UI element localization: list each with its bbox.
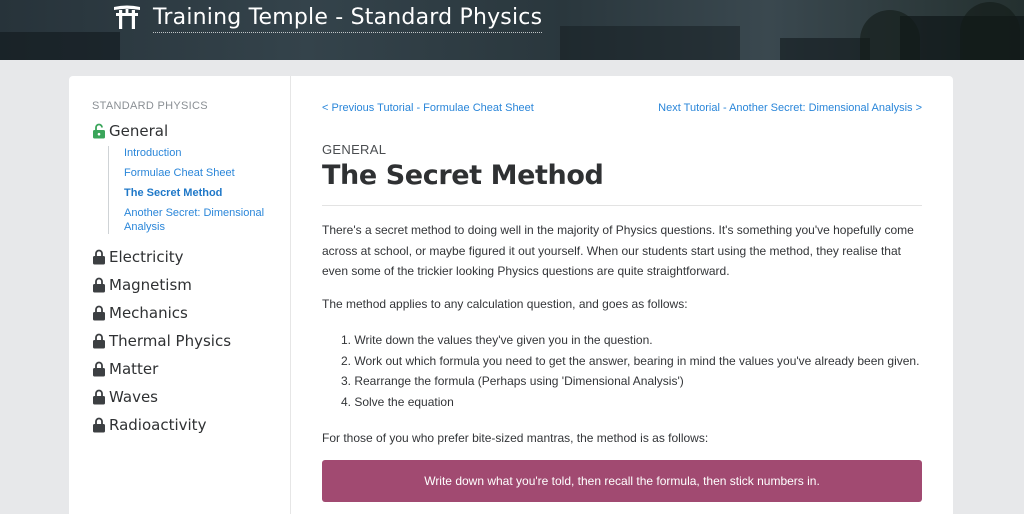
lock-icon [93,361,105,377]
mantra-callout: Write down what you're told, then recall… [322,460,922,502]
sidebar-topic-label: Waves [109,388,158,406]
method-steps-list: 1. Write down the values they've given y… [341,330,919,412]
sidebar-topic-label: Thermal Physics [109,332,232,350]
lock-open-icon [93,123,105,139]
lock-icon [93,249,105,265]
sidebar-topic-label: Magnetism [109,276,192,294]
page-title: The Secret Method [322,160,604,191]
sidebar-topic-matter[interactable]: Matter [92,360,158,378]
banner-background [0,32,120,60]
tutorial-card: STANDARD PHYSICS General Introduction Fo… [69,76,953,514]
sidebar-item-introduction[interactable]: Introduction [124,146,278,160]
sidebar-topic-label: Electricity [109,248,184,266]
sidebar: STANDARD PHYSICS General Introduction Fo… [69,76,291,514]
lock-icon [93,333,105,349]
header-banner: Training Temple - Standard Physics [0,0,1024,60]
sidebar-item-dimensional-analysis[interactable]: Another Secret: Dimensional Analysis [124,206,278,234]
site-title[interactable]: Training Temple - Standard Physics [153,5,543,33]
sidebar-topic-electricity[interactable]: Electricity [92,248,184,266]
site-title-text[interactable]: Training Temple - Standard Physics [153,5,543,33]
list-item: 3. Rearrange the formula (Perhaps using … [341,374,684,388]
method-intro-paragraph: The method applies to any calculation qu… [322,297,688,311]
sidebar-topic-general[interactable]: General [92,122,168,140]
sidebar-topic-radioactivity[interactable]: Radioactivity [92,416,206,434]
intro-paragraph: There's a secret method to doing well in… [322,223,914,278]
next-tutorial-link[interactable]: Next Tutorial - Another Secret: Dimensio… [658,102,922,114]
sidebar-topic-label: Mechanics [109,304,188,322]
sidebar-item-formulae-cheat-sheet[interactable]: Formulae Cheat Sheet [124,166,278,180]
list-item: 2. Work out which formula you need to ge… [341,353,920,368]
sidebar-topic-label: Matter [109,360,159,378]
section-label: GENERAL [322,142,387,157]
sidebar-topic-thermal-physics[interactable]: Thermal Physics [92,332,231,350]
mantra-intro-paragraph: For those of you who prefer bite-sized m… [322,431,709,445]
sidebar-subnav: Introduction Formulae Cheat Sheet The Se… [108,146,278,234]
title-divider [322,205,922,206]
lock-icon [93,305,105,321]
sidebar-topic-magnetism[interactable]: Magnetism [92,276,192,294]
sidebar-item-the-secret-method[interactable]: The Secret Method [124,186,278,200]
sidebar-heading: STANDARD PHYSICS [92,100,208,112]
list-item: 4. Solve the equation [341,394,454,409]
lock-icon [93,389,105,405]
banner-background [560,26,740,60]
lock-icon [93,417,105,433]
sidebar-topic-label: Radioactivity [109,416,207,434]
banner-background [960,2,1020,60]
sidebar-topic-label: General [109,122,169,140]
torii-gate-icon [114,5,140,29]
sidebar-topic-waves[interactable]: Waves [92,388,158,406]
list-item: 1. Write down the values they've given y… [341,333,653,347]
banner-background [780,38,870,60]
main-content: < Previous Tutorial - Formulae Cheat She… [291,76,953,514]
sidebar-topic-mechanics[interactable]: Mechanics [92,304,188,322]
lock-icon [93,277,105,293]
previous-tutorial-link[interactable]: < Previous Tutorial - Formulae Cheat She… [322,102,534,114]
